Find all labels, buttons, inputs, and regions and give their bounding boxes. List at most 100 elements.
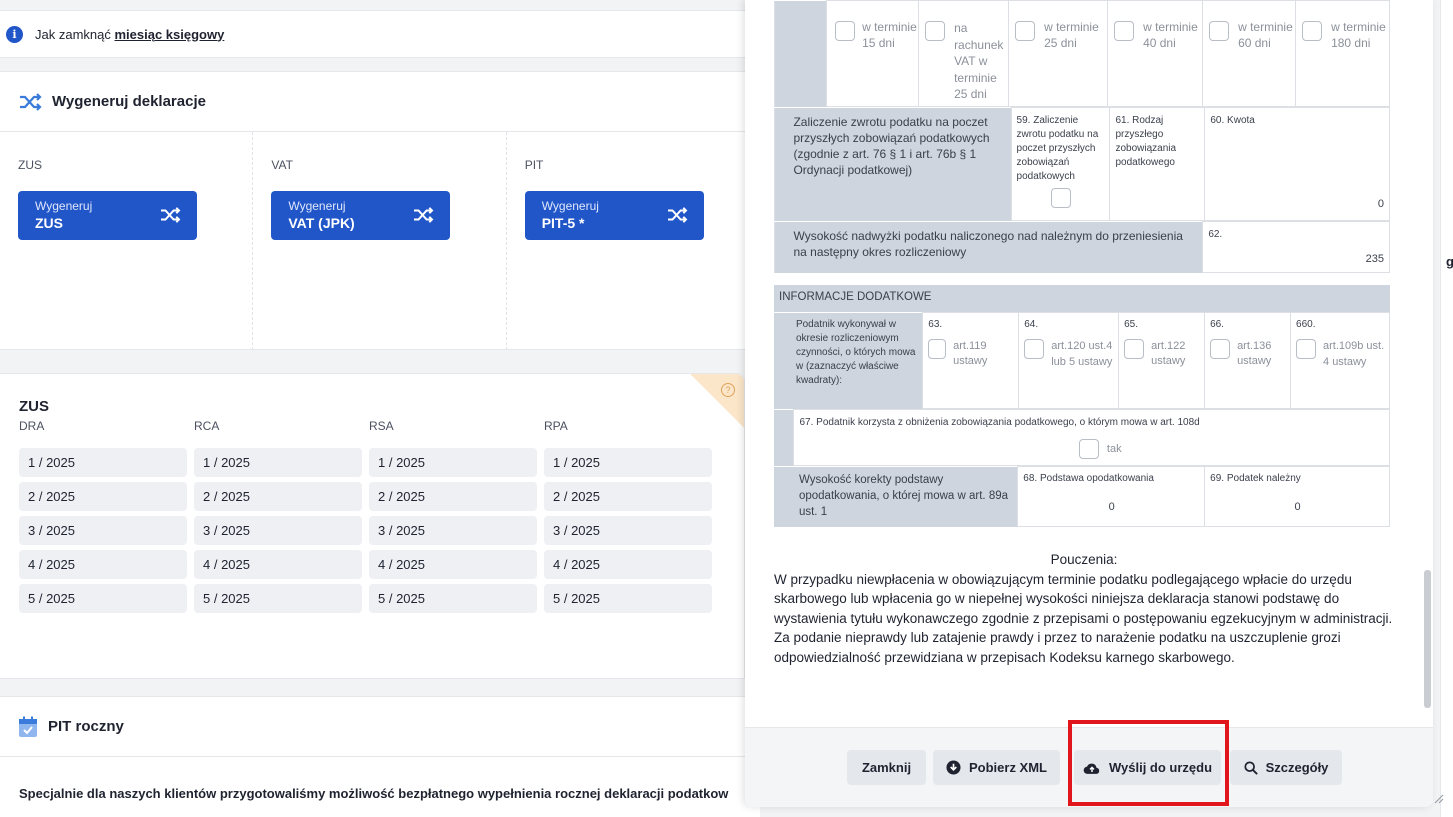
zus-period-item[interactable]: 4 / 2025	[544, 550, 712, 579]
generate-col-label: ZUS	[18, 158, 42, 172]
term-text: w terminie	[1044, 20, 1099, 34]
modal-scrollbar-thumb[interactable]	[1424, 570, 1431, 708]
generate-zus-button[interactable]: Wygeneruj ZUS	[18, 191, 197, 240]
activity-checkbox[interactable]	[1124, 339, 1145, 359]
zus-title: ZUS	[19, 398, 49, 415]
zus-grid: DRA RCA RSA RPA 1 / 2025 1 / 2025 1 / 20…	[19, 418, 712, 618]
term-text: w terminie	[1331, 20, 1386, 34]
zus-period-item[interactable]: 2 / 2025	[369, 482, 537, 511]
field-69-value: 0	[1294, 501, 1301, 513]
additional-info-table: INFORMACJE DODATKOWE	[774, 285, 1390, 312]
instructions-title: Pouczenia:	[1050, 552, 1118, 567]
close-button-label: Zamknij	[861, 760, 912, 775]
term-text: na	[954, 21, 968, 35]
zus-period-item[interactable]: 1 / 2025	[19, 448, 187, 477]
correction-label: Wysokość korekty podstawy opodatkowania,…	[798, 473, 1009, 518]
zus-period-item[interactable]: 3 / 2025	[194, 516, 362, 545]
generate-vat-button[interactable]: Wygeneruj VAT (JPK)	[271, 191, 451, 240]
generate-col-pit: PIT Wygeneruj PIT-5 *	[507, 132, 760, 350]
zus-period-item[interactable]: 2 / 2025	[544, 482, 712, 511]
term-checkbox[interactable]	[1114, 21, 1134, 41]
zus-period-item[interactable]: 1 / 2025	[544, 448, 712, 477]
pit-header: PIT roczny	[0, 697, 760, 757]
activity-checkbox[interactable]	[1210, 339, 1231, 359]
option-text: art.120 ust.4 lub 5 ustawy	[1051, 340, 1113, 368]
term-text: rachunek	[954, 37, 1004, 52]
option-text: art.136 ustawy	[1237, 340, 1272, 367]
download-xml-button[interactable]: Pobierz XML	[933, 750, 1060, 785]
activity-checkbox[interactable]	[928, 339, 947, 359]
instructions-section: Pouczenia: W przypadku niewpłacenia w ob…	[774, 550, 1394, 667]
zus-period-item[interactable]: 2 / 2025	[194, 482, 362, 511]
generate-pit-button[interactable]: Wygeneruj PIT-5 *	[524, 191, 704, 240]
zus-period-item[interactable]: 1 / 2025	[194, 448, 362, 477]
help-icon: ?	[721, 383, 735, 397]
download-icon	[946, 760, 961, 775]
generate-col-label: PIT	[524, 158, 544, 172]
shuffle-icon	[20, 92, 42, 111]
option-text: art.119 ustawy	[953, 340, 988, 367]
term-text: 60 dni	[1238, 36, 1271, 50]
zus-period-item[interactable]: 3 / 2025	[19, 516, 187, 545]
field-67-table: 67. Podatnik korzysta z obniżenia zobowi…	[774, 409, 1390, 466]
declaration-form: w terminie 15 dni na rachunek VAT w terminie…	[774, 0, 1390, 527]
term-text: terminie	[954, 70, 997, 85]
declaration-modal: w terminie 15 dni na rachunek VAT w terminie…	[745, 0, 1433, 807]
generate-header: Wygeneruj deklaracje	[0, 72, 760, 132]
term-checkbox[interactable]	[1015, 21, 1035, 41]
term-checkbox[interactable]	[1209, 21, 1229, 41]
zus-period-item[interactable]: 4 / 2025	[369, 550, 537, 579]
close-month-link[interactable]: miesiąc księgowy	[114, 27, 224, 42]
zus-card: ? ZUS DRA RCA RSA RPA 1 / 2025 1 / 2025 …	[0, 373, 745, 679]
surplus-label: Wysokość nadwyżki podatku naliczonego na…	[793, 228, 1183, 259]
zus-period-item[interactable]: 3 / 2025	[369, 516, 537, 545]
zus-period-item[interactable]: 2 / 2025	[19, 482, 187, 511]
zus-column-header: RPA	[544, 419, 568, 433]
refund-offset-label: Zaliczenie zwrotu podatku na poczet przy…	[793, 114, 990, 177]
term-text: w terminie	[1238, 20, 1293, 34]
field-62-value: 235	[1365, 253, 1384, 265]
zus-period-item[interactable]: 3 / 2025	[544, 516, 712, 545]
zus-column-header: DRA	[19, 419, 45, 433]
field-67-label: 67. Podatnik korzysta z obniżenia zobowi…	[799, 417, 1200, 428]
option-text: art.109b ust. 4 ustawy	[1323, 340, 1385, 368]
close-button[interactable]: Zamknij	[847, 750, 926, 785]
term-checkbox[interactable]	[1302, 21, 1322, 41]
additional-info-title: INFORMACJE DODATKOWE	[774, 285, 1390, 312]
field-67-checkbox[interactable]	[1078, 439, 1099, 459]
info-bar: i Jak zamknąć miesiąc księgowy	[0, 10, 760, 58]
term-text: 40 dni	[1143, 36, 1176, 50]
resize-handle-icon[interactable]	[1432, 792, 1444, 804]
zus-period-item[interactable]: 5 / 2025	[369, 584, 537, 613]
pit-title: PIT roczny	[48, 718, 124, 735]
term-checkbox[interactable]	[835, 21, 855, 41]
activity-checkbox[interactable]	[1296, 339, 1317, 359]
term-checkbox[interactable]	[925, 21, 945, 41]
shuffle-icon	[161, 207, 181, 223]
activity-checkbox[interactable]	[1024, 339, 1045, 359]
details-button[interactable]: Szczegóły	[1230, 750, 1342, 785]
option-text: art.122 ustawy	[1151, 340, 1186, 367]
zus-period-item[interactable]: 5 / 2025	[194, 584, 362, 613]
info-text: Jak zamknąć miesiąc księgowy	[35, 27, 224, 42]
term-text: 180 dni	[1331, 36, 1371, 50]
zus-period-item[interactable]: 1 / 2025	[369, 448, 537, 477]
term-text: 25 dni	[954, 87, 987, 101]
field-67-option: tak	[1106, 443, 1122, 455]
highlight-box	[1068, 720, 1229, 806]
zus-period-item[interactable]: 5 / 2025	[19, 584, 187, 613]
field-68-label: 68. Podstawa opodatkowania	[1023, 473, 1154, 484]
background-page-edge	[1440, 0, 1453, 817]
info-icon: i	[6, 25, 23, 43]
field-69-label: 69. Podatek należny	[1210, 473, 1301, 484]
shuffle-icon	[667, 207, 688, 223]
download-xml-label: Pobierz XML	[968, 760, 1047, 775]
zus-period-item[interactable]: 4 / 2025	[194, 550, 362, 579]
zus-period-item[interactable]: 5 / 2025	[544, 584, 712, 613]
generate-col-zus: ZUS Wygeneruj ZUS	[0, 132, 254, 350]
field-60-label: 60. Kwota	[1210, 115, 1255, 126]
zus-period-item[interactable]: 4 / 2025	[19, 550, 187, 579]
term-text: 25 dni	[1044, 36, 1077, 50]
term-text: w terminie	[1143, 20, 1198, 34]
field-59-checkbox[interactable]	[1051, 188, 1071, 208]
